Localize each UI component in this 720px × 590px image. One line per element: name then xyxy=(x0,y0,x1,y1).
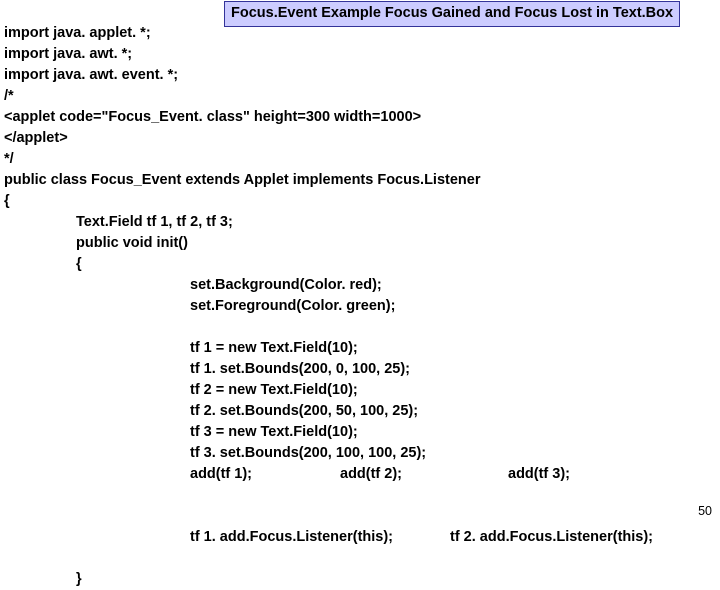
code-line: } xyxy=(4,571,82,587)
code-line: { xyxy=(4,193,10,209)
code-fragment: tf 1. add.Focus.Listener(this); xyxy=(190,527,450,548)
code-line: tf 3 = new Text.Field(10); xyxy=(4,424,358,440)
code-line: import java. awt. *; xyxy=(4,46,132,62)
slide-title: Focus.Event Example Focus Gained and Foc… xyxy=(231,5,673,21)
code-line: import java. applet. *; xyxy=(4,25,151,41)
code-line: public void init() xyxy=(4,235,188,251)
code-line: /* xyxy=(4,88,14,104)
code-line: set.Background(Color. red); xyxy=(4,277,382,293)
code-line: set.Foreground(Color. green); xyxy=(4,298,395,314)
code-line: tf 2. set.Bounds(200, 50, 100, 25); xyxy=(4,403,418,419)
slide-title-box: Focus.Event Example Focus Gained and Foc… xyxy=(224,1,680,27)
code-line: <applet code="Focus_Event. class" height… xyxy=(4,109,421,125)
code-line: </applet> xyxy=(4,130,68,146)
code-line: tf 2 = new Text.Field(10); xyxy=(4,382,358,398)
code-line: public class Focus_Event extends Applet … xyxy=(4,172,480,188)
code-line: */ xyxy=(4,151,14,167)
code-line-row: tf 1. add.Focus.Listener(this);tf 2. add… xyxy=(4,527,716,548)
code-line: import java. awt. event. *; xyxy=(4,67,178,83)
code-line: { xyxy=(4,256,82,272)
code-line: tf 1. set.Bounds(200, 0, 100, 25); xyxy=(4,361,410,377)
page-number: 50 xyxy=(698,502,712,520)
code-line-row: add(tf 1);add(tf 2);add(tf 3); xyxy=(4,464,716,485)
code-line: tf 1 = new Text.Field(10); xyxy=(4,340,358,356)
code-fragment: add(tf 3); xyxy=(508,464,570,485)
code-block: import java. applet. *; import java. awt… xyxy=(4,2,716,590)
code-fragment: add(tf 1); xyxy=(190,464,340,485)
code-fragment: add(tf 2); xyxy=(340,464,508,485)
code-line: tf 3. set.Bounds(200, 100, 100, 25); xyxy=(4,445,426,461)
code-line: Text.Field tf 1, tf 2, tf 3; xyxy=(4,214,233,230)
code-fragment: tf 2. add.Focus.Listener(this); xyxy=(450,527,653,548)
